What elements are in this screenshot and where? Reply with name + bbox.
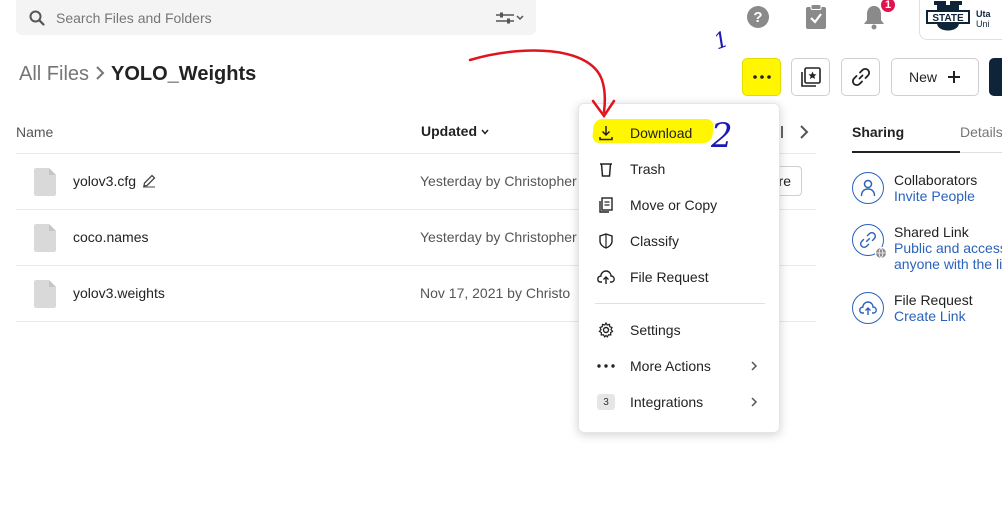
person-icon [852,172,884,204]
file-updated: Yesterday by Christopher [420,173,577,189]
link-icon [851,67,870,87]
gear-icon [597,321,615,339]
shared-link-icon [852,224,887,259]
file-updated: Yesterday by Christopher [420,229,577,245]
menu-item-label: Classify [630,233,680,249]
file-name[interactable]: yolov3.weights [73,285,165,301]
filter-icon[interactable] [496,12,524,24]
sort-chevron-down-icon [481,129,489,135]
move-copy-icon [597,196,615,214]
integrations-count: 3 [597,394,615,410]
menu-item-label: Trash [630,161,666,177]
menu-item-label: Download [630,125,693,141]
more-options-menu: Download Trash Move or Copy Classify Fil… [578,103,780,433]
menu-item-label: File Request [630,269,709,285]
download-icon [597,124,615,142]
file-icon [34,280,56,308]
menu-item-download[interactable]: Download [579,117,781,149]
logo-side-line2: Uni [976,19,990,29]
menu-item-classify[interactable]: Classify [579,225,781,257]
shield-icon [597,232,615,250]
ellipsis-icon [752,75,771,79]
file-name[interactable]: coco.names [73,229,148,245]
upload-button[interactable] [989,58,1002,96]
file-icon [34,168,56,196]
column-header-name[interactable]: Name [16,124,53,140]
menu-item-label: Move or Copy [630,197,718,213]
tab-details[interactable]: Details [960,124,1002,140]
collections-button[interactable] [791,58,830,96]
menu-item-more-actions[interactable]: More Actions [579,350,781,382]
more-options-button[interactable] [742,58,781,96]
ellipsis-icon [597,357,615,375]
annotation-step-1: 1 [711,27,733,55]
search-icon [29,10,45,26]
university-logo[interactable]: STATE Uta Uni [919,0,1002,40]
notification-badge: 1 [879,0,897,14]
shared-link-access-line2[interactable]: anyone with the li [894,256,1002,272]
chevron-right-icon [751,397,758,407]
column-header-updated-label: Updated [421,123,477,139]
new-button[interactable]: New [891,58,979,96]
menu-item-label: More Actions [630,358,711,374]
trash-icon [597,160,615,178]
tab-sharing[interactable]: Sharing [852,124,904,140]
file-icon [34,224,56,252]
menu-item-file-request[interactable]: File Request [579,261,781,293]
globe-icon [875,247,887,259]
search-bar[interactable] [16,0,536,35]
copy-link-button[interactable] [841,58,880,96]
integrations-badge: 3 [597,393,615,411]
shared-link-section: Shared Link Public and access anyone wit… [852,224,1002,272]
pencil-icon[interactable] [142,174,156,188]
menu-item-label: Integrations [630,394,704,410]
menu-item-trash[interactable]: Trash [579,153,781,185]
page-title: YOLO_Weights [111,63,257,85]
chevron-right-icon [751,361,758,371]
menu-item-label: Settings [630,322,681,338]
menu-item-move-copy[interactable]: Move or Copy [579,189,781,221]
column-header-updated[interactable]: Updated [421,123,489,139]
new-button-label: New [908,69,937,85]
create-link-link[interactable]: Create Link [894,308,973,324]
help-icon[interactable]: ? [745,4,771,30]
collections-star-icon [800,67,821,87]
file-request-title: File Request [894,292,973,308]
logo-side-line1: Uta [976,9,991,19]
tasks-icon[interactable] [803,4,829,30]
menu-item-integrations[interactable]: 3 Integrations [579,386,781,418]
chevron-down-icon [516,14,524,20]
chevron-right-icon [95,64,105,85]
shared-link-title: Shared Link [894,224,969,240]
plus-icon [948,71,960,83]
collaborators-title: Collaborators [894,172,978,188]
search-input[interactable] [56,9,496,26]
file-request-section: File Request Create Link [852,292,973,324]
file-updated: Nov 17, 2021 by Christo [420,285,571,301]
breadcrumb: All Files YOLO_Weights [19,63,256,86]
breadcrumb-all-files[interactable]: All Files [19,63,89,86]
menu-item-settings[interactable]: Settings [579,314,781,346]
file-name[interactable]: yolov3.cfg [73,173,136,189]
svg-text:?: ? [753,9,762,26]
upload-cloud-icon [852,292,884,324]
state-u-logo-icon: STATE [926,1,970,31]
collaborators-section: Collaborators Invite People [852,172,977,204]
logo-text: STATE [932,13,964,24]
invite-people-link[interactable]: Invite People [894,188,977,204]
upload-cloud-icon [597,268,615,286]
menu-divider [595,303,765,304]
tab-active-underline [852,151,960,153]
shared-link-access-line1[interactable]: Public and access [894,240,1002,256]
